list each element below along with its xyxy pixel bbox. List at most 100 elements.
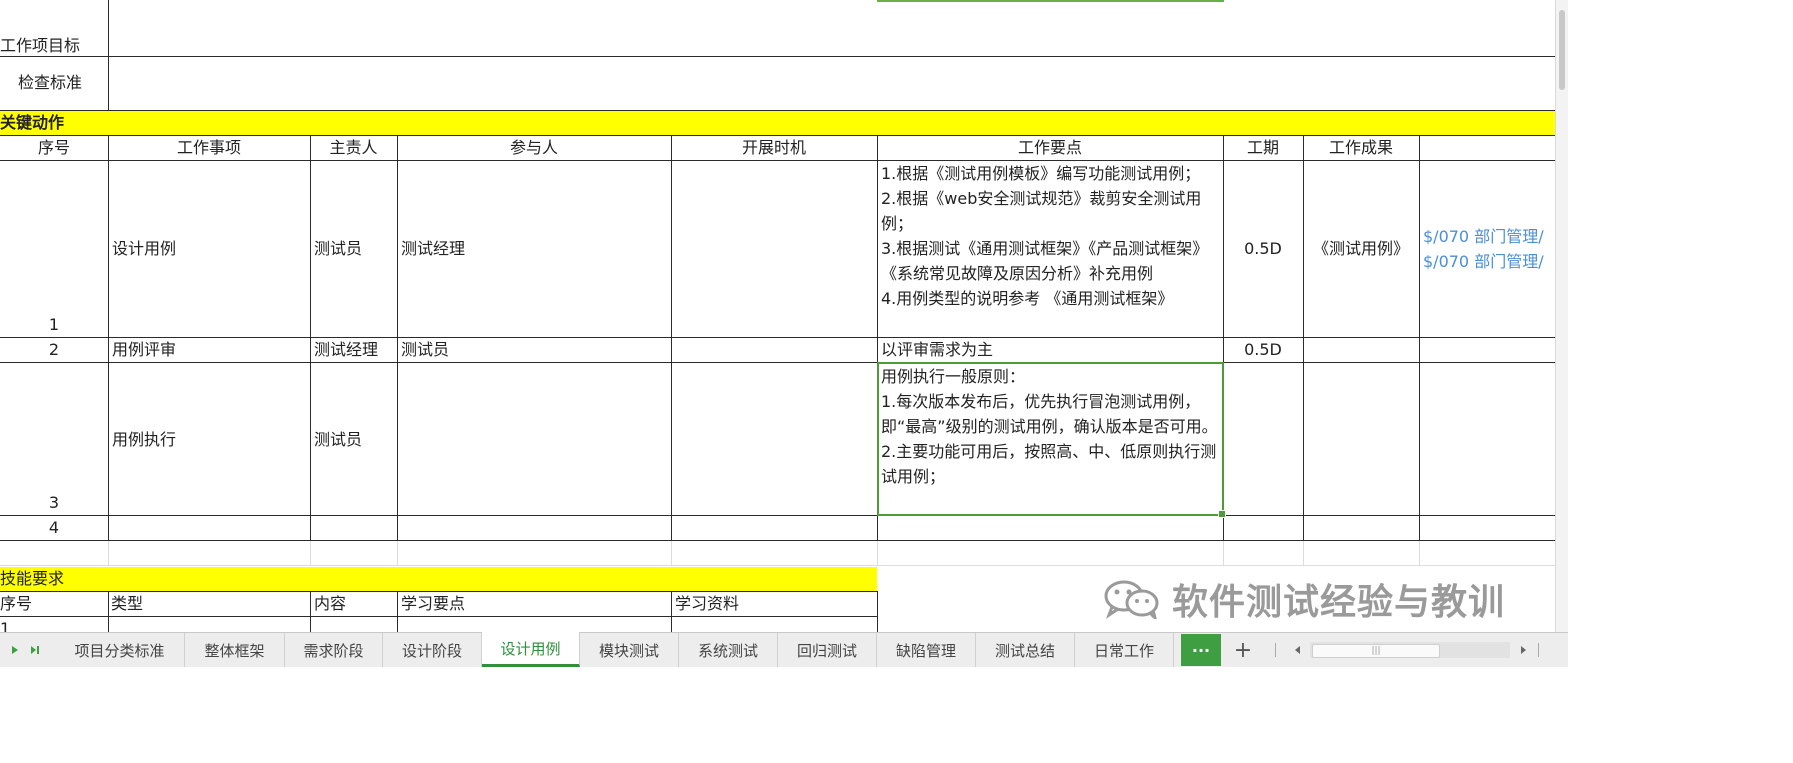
row1-item[interactable]: 设计用例 (112, 239, 176, 259)
row3-item[interactable]: 用例执行 (112, 430, 176, 450)
col-header-num: 序号 (37, 138, 70, 157)
row1-doc-link[interactable]: $/070 部门管理/ (1423, 252, 1544, 272)
row-border (0, 565, 1555, 566)
col-border (1303, 135, 1304, 541)
key-actions-header-fill (0, 111, 1555, 135)
row4-num[interactable]: 4 (0, 518, 108, 538)
key-actions-title: 关键动作 (0, 113, 65, 132)
tab-缺陷管理[interactable]: 缺陷管理 (877, 633, 976, 667)
tab-日常工作[interactable]: 日常工作 (1075, 633, 1174, 667)
row1-result[interactable]: 《测试用例》 (1303, 239, 1419, 259)
col-border (108, 135, 109, 541)
row-border (0, 160, 1555, 161)
row-border (0, 56, 1555, 57)
col-border (397, 591, 398, 632)
row-border (0, 591, 877, 592)
col-border (1303, 541, 1304, 566)
vertical-scrollbar[interactable] (1555, 0, 1568, 632)
skills-row1-num[interactable]: 1 (0, 619, 10, 632)
horizontal-scrollbar[interactable]: ||| (1310, 642, 1510, 658)
col-header-participant: 参与人 (509, 138, 558, 157)
selection-top-edge (877, 0, 1224, 2)
col-border (108, 541, 109, 566)
row1-point: 2.根据《web安全测试规范》裁剪安全测试用例； (881, 189, 1202, 233)
col-border (877, 541, 878, 566)
col-header-duration: 工期 (1246, 138, 1279, 157)
row1-points[interactable]: 1.根据《测试用例模板》编写功能测试用例； 2.根据《web安全测试规范》裁剪安… (881, 161, 1219, 311)
row1-duration[interactable]: 0.5D (1223, 239, 1303, 259)
wechat-icon (1104, 580, 1159, 619)
row-border (0, 515, 1555, 516)
tab-项目分类标准[interactable]: 项目分类标准 (55, 633, 185, 667)
tab-需求阶段[interactable]: 需求阶段 (285, 633, 383, 667)
skills-col-points: 学习要点 (401, 594, 466, 613)
row2-num[interactable]: 2 (0, 340, 108, 360)
tab-系统测试[interactable]: 系统测试 (679, 633, 778, 667)
fill-handle[interactable] (1218, 510, 1226, 518)
row1-participant[interactable]: 测试经理 (401, 239, 465, 259)
col-border (671, 135, 672, 541)
prev-sheet-icon[interactable] (6, 633, 24, 667)
col-border (671, 541, 672, 566)
col-border (397, 541, 398, 566)
col-border (397, 135, 398, 541)
more-sheets-button[interactable]: ··· (1181, 634, 1221, 666)
add-sheet-button[interactable]: + (1228, 633, 1258, 667)
tab-模块测试[interactable]: 模块测试 (580, 633, 679, 667)
col-border (671, 591, 672, 632)
sheet-tab-bar: 项目分类标准 整体框架 需求阶段 设计阶段 设计用例 模块测试 系统测试 回归测… (0, 632, 1568, 667)
col-border (1419, 135, 1420, 541)
row2-item[interactable]: 用例评审 (112, 340, 176, 360)
col-border (1419, 541, 1420, 566)
row2-owner[interactable]: 测试经理 (314, 340, 378, 360)
col-border (310, 591, 311, 632)
skills-col-type: 类型 (111, 594, 144, 613)
row1-point: 3.根据测试《通用测试框架》《产品测试框架》《系统常见故障及原因分析》补充用例 (881, 239, 1209, 283)
row2-duration[interactable]: 0.5D (1223, 340, 1303, 360)
row1-point: 1.根据《测试用例模板》编写功能测试用例； (881, 164, 1201, 183)
row-border (0, 616, 877, 617)
spreadsheet-grid[interactable]: 工作项目标 检查标准 关键动作 序号 工作事项 主责人 参与人 开展时机 工作要… (0, 0, 1568, 632)
row2-participant[interactable]: 测试员 (401, 340, 449, 360)
vertical-scroll-thumb[interactable] (1559, 10, 1565, 90)
col-border (108, 591, 109, 632)
col-header-timing: 开展时机 (741, 138, 806, 157)
skills-title: 技能要求 (0, 569, 65, 588)
col-border (108, 0, 109, 110)
divider (1538, 643, 1539, 657)
watermark: 软件测试经验与教训 (1102, 576, 1506, 623)
col-header-owner: 主责人 (329, 138, 378, 157)
scroll-left-icon[interactable] (1288, 633, 1306, 667)
selected-cell-border[interactable] (877, 362, 1226, 518)
col-border (310, 541, 311, 566)
row-border (0, 337, 1555, 338)
objective-label: 工作项目标 (0, 36, 81, 55)
tab-设计阶段[interactable]: 设计阶段 (383, 633, 482, 667)
col-border (877, 591, 878, 632)
scroll-right-icon[interactable] (1514, 633, 1532, 667)
col-header-result: 工作成果 (1328, 138, 1393, 157)
last-sheet-icon[interactable] (26, 633, 44, 667)
horizontal-scroll-thumb[interactable]: ||| (1312, 644, 1440, 658)
criteria-label: 检查标准 (18, 73, 83, 92)
row3-num[interactable]: 3 (0, 493, 108, 513)
tab-设计用例[interactable]: 设计用例 (482, 632, 580, 667)
tab-回归测试[interactable]: 回归测试 (778, 633, 877, 667)
tab-整体框架[interactable]: 整体框架 (185, 633, 285, 667)
row-border (0, 110, 1555, 111)
divider (1275, 643, 1276, 657)
col-header-points: 工作要点 (1017, 138, 1082, 157)
col-border (1223, 541, 1224, 566)
row1-num[interactable]: 1 (0, 315, 108, 335)
row-border (0, 135, 1555, 136)
skills-col-materials: 学习资料 (675, 594, 740, 613)
row2-points[interactable]: 以评审需求为主 (881, 340, 993, 360)
row-border (0, 540, 1555, 541)
row1-owner[interactable]: 测试员 (314, 239, 362, 259)
row1-doc-link[interactable]: $/070 部门管理/ (1423, 227, 1544, 247)
watermark-text: 软件测试经验与教训 (1172, 582, 1506, 623)
row1-point: 4.用例类型的说明参考 《通用测试框架》 (881, 289, 1174, 308)
row3-owner[interactable]: 测试员 (314, 430, 362, 450)
tab-测试总结[interactable]: 测试总结 (976, 633, 1075, 667)
col-header-item: 工作事项 (176, 138, 241, 157)
